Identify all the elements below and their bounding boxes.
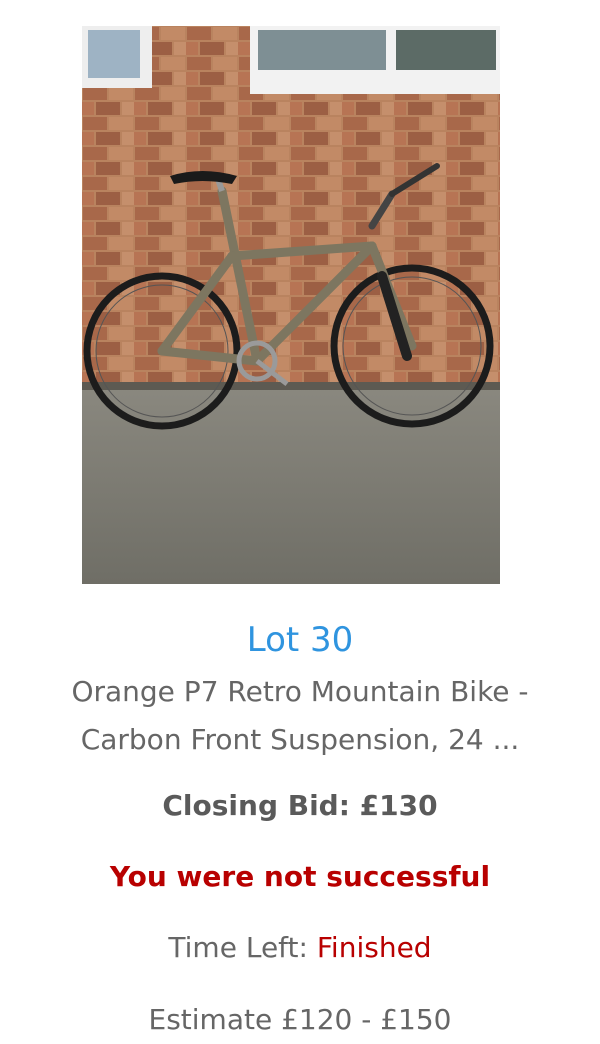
lot-number-link[interactable]: Lot 30: [0, 616, 600, 664]
bid-result-message: You were not successful: [109, 860, 491, 893]
lot-title-line-1: Orange P7 Retro Mountain Bike -: [71, 675, 529, 708]
closing-bid: Closing Bid: £130: [162, 789, 438, 822]
lot-title-line-2: Carbon Front Suspension, 24 ...: [80, 723, 520, 756]
time-left-label: Time Left:: [168, 931, 308, 964]
lot-title[interactable]: Orange P7 Retro Mountain Bike - Carbon F…: [30, 668, 570, 764]
time-left-status: Finished: [316, 931, 432, 964]
bike-image: [82, 26, 500, 584]
lot-card: Lot 30 Orange P7 Retro Mountain Bike - C…: [0, 0, 600, 1044]
estimate: Estimate £120 - £150: [148, 1003, 452, 1036]
time-left: Time Left: Finished: [0, 926, 600, 970]
lot-photo[interactable]: [82, 26, 500, 584]
